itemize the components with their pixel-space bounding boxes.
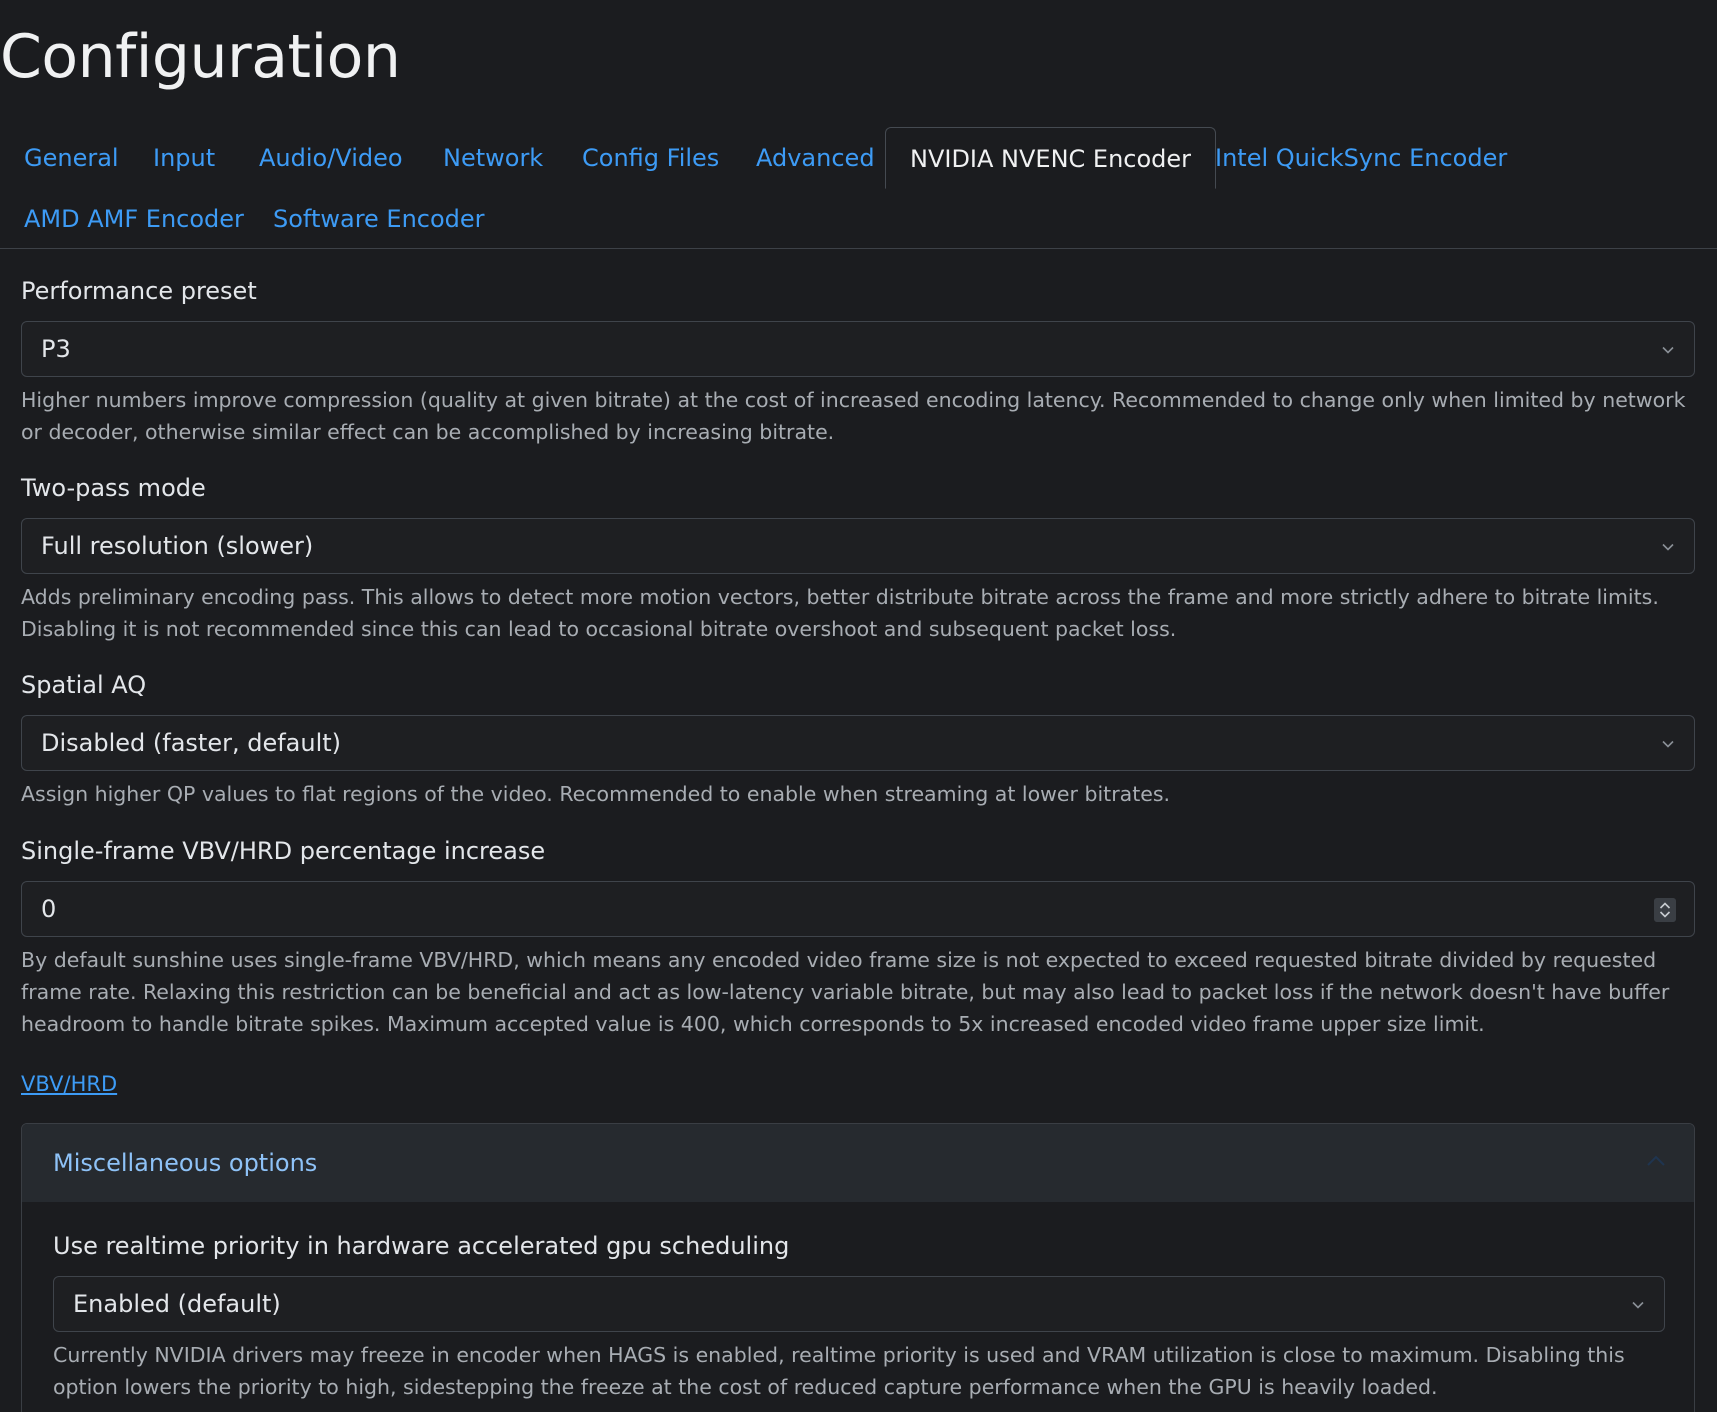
misc-accordion-header[interactable]: Miscellaneous options <box>22 1124 1694 1202</box>
spinner-arrows-icon[interactable] <box>1654 898 1676 922</box>
twopass-value: Full resolution (slower) <box>41 532 314 560</box>
chevron-down-icon <box>1662 346 1674 354</box>
realtime-label: Use realtime priority in hardware accele… <box>53 1232 790 1260</box>
vbv-label: Single-frame VBV/HRD percentage increase <box>21 837 546 865</box>
vbv-value: 0 <box>41 895 57 923</box>
spatial-aq-help: Assign higher QP values to flat regions … <box>21 782 1171 806</box>
chevron-down-icon <box>1662 740 1674 748</box>
tab-config-files[interactable]: Config Files <box>558 127 743 189</box>
preset-value: P3 <box>41 335 71 363</box>
vbv-help: By default sunshine uses single-frame VB… <box>21 948 1670 1036</box>
twopass-label: Two-pass mode <box>21 474 206 502</box>
chevron-up-icon <box>1647 1155 1665 1166</box>
twopass-select[interactable]: Full resolution (slower) <box>21 518 1695 574</box>
tab-nvidia-nvenc[interactable]: NVIDIA NVENC Encoder <box>885 127 1217 189</box>
tab-intel-quicksync[interactable]: Intel QuickSync Encoder <box>1191 127 1531 189</box>
preset-label: Performance preset <box>21 277 257 305</box>
twopass-help: Adds preliminary encoding pass. This all… <box>21 585 1659 641</box>
tab-software-encoder[interactable]: Software Encoder <box>249 188 509 250</box>
preset-help: Higher numbers improve compression (qual… <box>21 388 1686 444</box>
preset-select[interactable]: P3 <box>21 321 1695 377</box>
tab-general[interactable]: General <box>0 127 143 189</box>
tab-input[interactable]: Input <box>129 127 239 189</box>
tab-advanced[interactable]: Advanced <box>732 127 899 189</box>
page-title: Configuration <box>0 22 401 92</box>
spatial-aq-label: Spatial AQ <box>21 671 147 699</box>
tab-amd-amf[interactable]: AMD AMF Encoder <box>0 188 268 250</box>
realtime-select[interactable]: Enabled (default) <box>53 1276 1665 1332</box>
vbv-number-input[interactable]: 0 <box>21 881 1695 937</box>
tab-bar: General Input Audio/Video Network Config… <box>0 127 1717 249</box>
chevron-down-icon <box>1662 543 1674 551</box>
spatial-aq-select[interactable]: Disabled (faster, default) <box>21 715 1695 771</box>
vbv-hrd-link[interactable]: VBV/HRD <box>21 1072 117 1096</box>
tab-audio-video[interactable]: Audio/Video <box>235 127 427 189</box>
config-page: Configuration General Input Audio/Video … <box>0 0 1717 1412</box>
tab-network[interactable]: Network <box>419 127 567 189</box>
chevron-down-icon <box>1632 1301 1644 1309</box>
spatial-aq-value: Disabled (faster, default) <box>41 729 342 757</box>
realtime-value: Enabled (default) <box>73 1290 281 1318</box>
realtime-help: Currently NVIDIA drivers may freeze in e… <box>53 1343 1625 1399</box>
misc-accordion-title: Miscellaneous options <box>53 1149 318 1177</box>
misc-accordion: Miscellaneous options Use realtime prior… <box>21 1123 1695 1412</box>
